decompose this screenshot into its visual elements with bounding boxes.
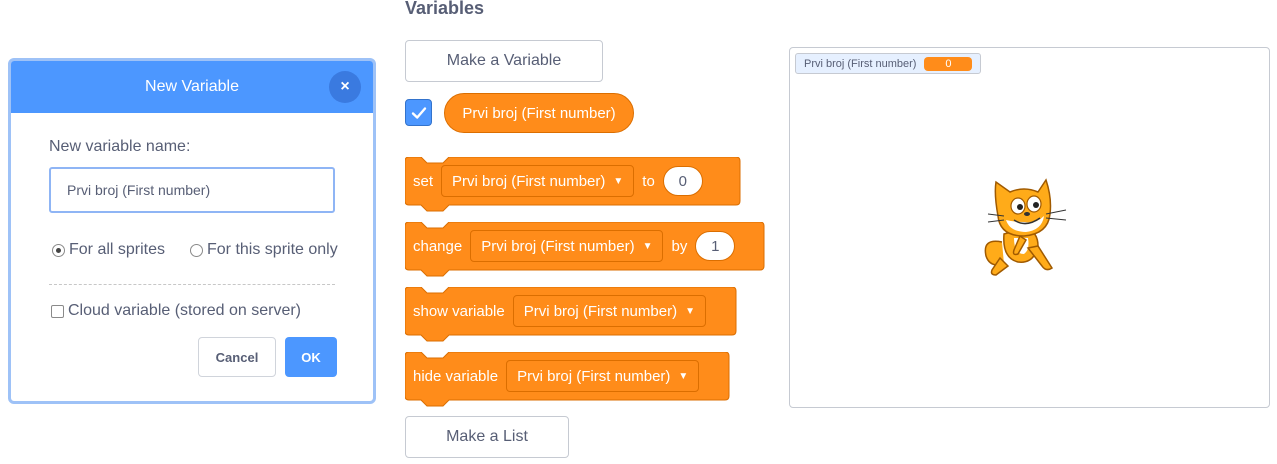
close-icon[interactable]: ×	[329, 71, 361, 103]
palette-section-title: Variables	[405, 0, 485, 18]
make-list-button[interactable]: Make a List	[405, 416, 569, 458]
change-value-input[interactable]: 1	[695, 231, 736, 261]
cat-sprite-graphic	[984, 178, 1067, 276]
show-dropdown-label: Prvi broj (First number)	[523, 302, 678, 320]
variable-name-input[interactable]	[49, 167, 335, 213]
cloud-variable-checkbox[interactable]	[51, 304, 64, 318]
radio-for-this-sprite-label: For this sprite only	[207, 241, 338, 258]
stage[interactable]: Prvi broj (First number) 0	[789, 47, 1270, 408]
set-to-label: to	[642, 172, 655, 190]
change-variable-block[interactable]: change Prvi broj (First number) ▼ by 1	[405, 222, 765, 277]
set-dropdown-label: Prvi broj (First number)	[452, 172, 606, 190]
dropdown-arrow-icon: ▼	[685, 305, 695, 317]
set-value-input[interactable]: 0	[662, 166, 703, 196]
dialog-title: New Variable	[145, 78, 239, 95]
hide-variable-block[interactable]: hide variable Prvi broj (First number) ▼	[405, 352, 730, 407]
set-variable-dropdown[interactable]: Prvi broj (First number) ▼	[441, 165, 635, 197]
cloud-variable-label: Cloud variable (stored on server)	[68, 302, 301, 319]
show-variable-keyword: show variable	[413, 302, 505, 320]
new-variable-dialog: New Variable × New variable name: For al…	[8, 58, 376, 404]
change-keyword: change	[413, 237, 463, 255]
radio-unselected-icon[interactable]	[190, 243, 203, 257]
dropdown-arrow-icon: ▼	[613, 175, 624, 187]
make-variable-button[interactable]: Make a Variable	[405, 40, 603, 82]
dialog-header: New Variable ×	[11, 61, 373, 113]
hide-dropdown-label: Prvi broj (First number)	[517, 367, 671, 385]
set-variable-block[interactable]: set Prvi broj (First number) ▼ to 0	[405, 157, 741, 212]
variable-name-label: New variable name:	[49, 138, 191, 155]
radio-for-all-sprites-label: For all sprites	[69, 241, 166, 258]
variable-monitor[interactable]: Prvi broj (First number) 0	[795, 53, 982, 74]
dropdown-arrow-icon: ▼	[678, 370, 689, 382]
radio-for-this-sprite[interactable]: For this sprite only	[190, 241, 338, 259]
hide-variable-keyword: hide variable	[413, 367, 499, 385]
cat-sprite-icon[interactable]	[980, 176, 1080, 285]
ok-button[interactable]: OK	[285, 337, 337, 377]
variable-monitor-checkbox[interactable]	[405, 99, 432, 126]
checkmark-icon	[411, 106, 426, 119]
cancel-button[interactable]: Cancel	[198, 337, 276, 377]
divider	[49, 284, 335, 285]
change-dropdown-label: Prvi broj (First number)	[481, 237, 635, 255]
change-by-label: by	[671, 237, 688, 255]
radio-for-all-sprites[interactable]: For all sprites	[52, 241, 165, 259]
cloud-variable-option[interactable]: Cloud variable (stored on server)	[51, 302, 301, 320]
variable-reporter-block[interactable]: Prvi broj (First number)	[444, 93, 634, 133]
change-variable-dropdown[interactable]: Prvi broj (First number) ▼	[470, 230, 664, 262]
monitor-label: Prvi broj (First number)	[804, 57, 917, 70]
monitor-value: 0	[924, 56, 973, 71]
hide-variable-dropdown[interactable]: Prvi broj (First number) ▼	[506, 360, 700, 392]
radio-selected-icon[interactable]	[52, 243, 65, 257]
set-keyword: set	[413, 172, 434, 190]
dropdown-arrow-icon: ▼	[642, 240, 653, 252]
show-variable-block[interactable]: show variable Prvi broj (First number) ▼	[405, 287, 737, 342]
show-variable-dropdown[interactable]: Prvi broj (First number) ▼	[512, 295, 706, 327]
